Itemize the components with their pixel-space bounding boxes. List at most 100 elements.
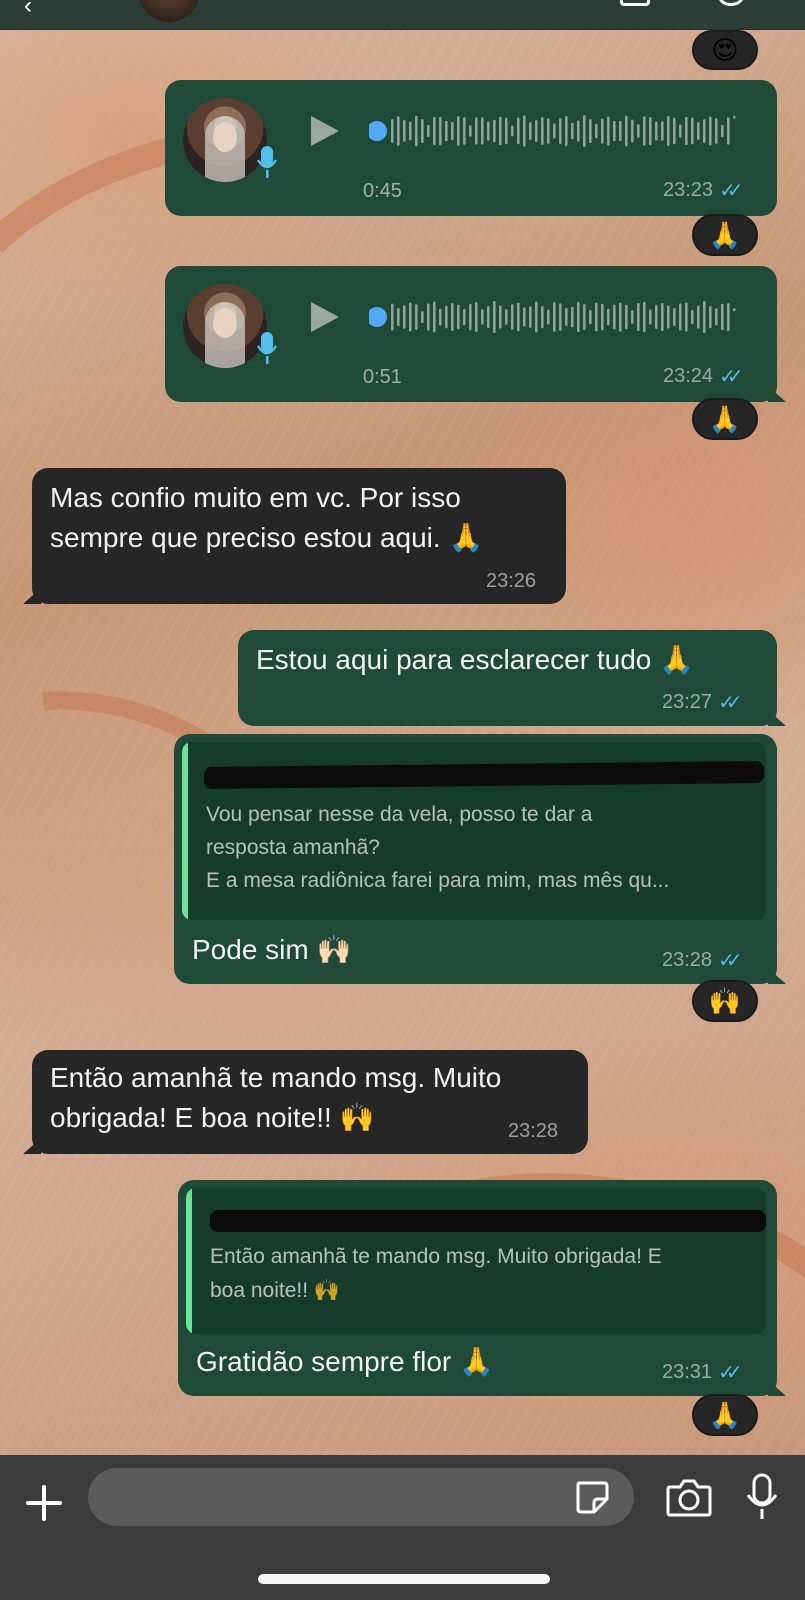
waveform-bar [619,302,622,332]
voice-message-bubble[interactable]: 0:45 23:23 ✓✓ [165,80,777,216]
outgoing-message-bubble[interactable]: Estou aqui para esclarecer tudo 🙏 23:27 … [238,630,777,726]
message-input[interactable] [88,1468,634,1526]
waveform-bar [733,308,736,312]
quoted-text: Então amanhã te mando msg. Muito obrigad… [210,1245,662,1268]
voice-call-icon[interactable] [718,0,744,6]
waveform-bar [661,303,664,331]
waveform-bar [481,309,484,325]
message-text: obrigada! E boa noite!! 🙌 [50,1102,375,1133]
contact-avatar[interactable] [138,0,200,22]
waveform-bar [685,302,688,332]
waveform-bar [421,310,424,324]
quoted-text: boa noite!! 🙌 [210,1279,341,1302]
waveform-bar [457,116,460,146]
quoted-message[interactable]: Vou pensar nesse da vela, posso te dar a… [182,742,766,920]
message-timestamp: 23:28 [662,949,713,971]
waveform-bar [505,117,508,145]
waveform-bar [703,301,706,333]
audio-waveform[interactable] [369,108,739,154]
quoted-text: Vou pensar nesse da vela, posso te dar a [206,803,593,826]
playback-position-handle[interactable] [369,307,387,327]
waveform-bar [673,117,676,145]
waveform-bar [709,116,712,146]
message-timestamp: 23:27 [662,691,713,713]
waveform-bar [415,115,418,147]
reaction-badge[interactable]: 😍 [692,30,758,70]
quoted-text: resposta amanhã? [206,836,380,859]
sticker-icon[interactable] [574,1479,610,1515]
waveform-bar [721,303,724,331]
waveform-bar [667,305,670,329]
waveform-bar [679,124,682,138]
reaction-badge[interactable]: 🙌 [692,980,758,1022]
microphone-icon[interactable] [744,1473,780,1521]
waveform-bar [607,308,610,326]
waveform-bar [727,302,730,332]
waveform-bar [505,309,508,325]
waveform-bar [481,117,484,145]
camera-icon[interactable] [666,1477,712,1517]
waveform-bar [463,117,466,145]
playback-position-handle[interactable] [369,121,387,141]
redacted-sender-name [203,761,765,789]
waveform-bar [553,302,556,332]
waveform-bar [637,124,640,138]
waveform-bar [535,120,538,142]
play-icon[interactable] [311,116,339,146]
message-text: Estou aqui para esclarecer tudo 🙏 [256,644,694,675]
waveform-bar [607,116,610,146]
waveform-bar [625,304,628,330]
play-icon[interactable] [311,302,339,332]
waveform-bar [703,119,706,143]
message-timestamp: 23:26 [486,570,537,592]
quoted-message[interactable]: Então amanhã te mando msg. Muito obrigad… [186,1188,766,1334]
waveform-bar [433,116,436,146]
waveform-bar [709,305,712,329]
double-check-read-icon: ✓✓ [719,180,743,202]
waveform-bar [403,305,406,329]
plus-icon[interactable] [24,1483,64,1523]
message-time: 23:28 ✓✓ [662,948,742,973]
voice-sender-avatar [183,98,267,182]
voice-duration: 0:45 [363,180,402,202]
outgoing-reply-bubble[interactable]: Então amanhã te mando msg. Muito obrigad… [178,1180,777,1396]
waveform-bar [697,305,700,329]
waveform-bar [697,122,700,140]
waveform-bar [655,121,658,141]
waveform-bar [469,125,472,137]
waveform-bar [733,115,736,119]
voice-message-bubble[interactable]: 0:51 23:24 ✓✓ [165,266,777,402]
waveform-bar [691,117,694,145]
reaction-badge[interactable]: 🙏 [692,1394,758,1436]
waveform-bar [517,302,520,332]
waveform-bar [415,304,418,330]
reaction-badge[interactable]: 🙏 [692,398,758,440]
message-composer [0,1455,805,1600]
voice-sender-avatar [183,284,267,368]
message-time: 23:23 ✓✓ [663,178,743,203]
waveform-bar [493,119,496,143]
waveform-bar [583,115,586,147]
waveform-bar [673,308,676,326]
waveform-bar [451,303,454,331]
incoming-message-bubble[interactable]: Mas confio muito em vc. Por isso sempre … [32,468,566,604]
message-text: Então amanhã te mando msg. Muito [50,1062,502,1093]
message-time: 23:28 [508,1120,558,1143]
waveform-bar [715,118,718,144]
message-time: 23:26 [486,570,536,593]
message-text: sempre que preciso estou aqui. 🙏 [50,522,484,553]
waveform-bar [685,116,688,146]
back-chevron-icon[interactable]: ‹ [24,0,32,20]
reaction-badge[interactable]: 🙏 [692,214,758,256]
outgoing-reply-bubble[interactable]: Vou pensar nesse da vela, posso te dar a… [174,734,777,984]
quoted-text: E a mesa radiônica farei para mim, mas m… [206,869,670,892]
waveform-bar [445,305,448,329]
waveform-bar [637,302,640,332]
double-check-read-icon: ✓✓ [718,1362,742,1384]
incoming-message-bubble[interactable]: Então amanhã te mando msg. Muito obrigad… [32,1050,588,1154]
double-check-read-icon: ✓✓ [718,950,742,972]
waveform-bar [517,117,520,145]
waveform-bar [403,120,406,142]
video-call-icon[interactable] [620,0,650,6]
audio-waveform[interactable] [369,294,739,340]
